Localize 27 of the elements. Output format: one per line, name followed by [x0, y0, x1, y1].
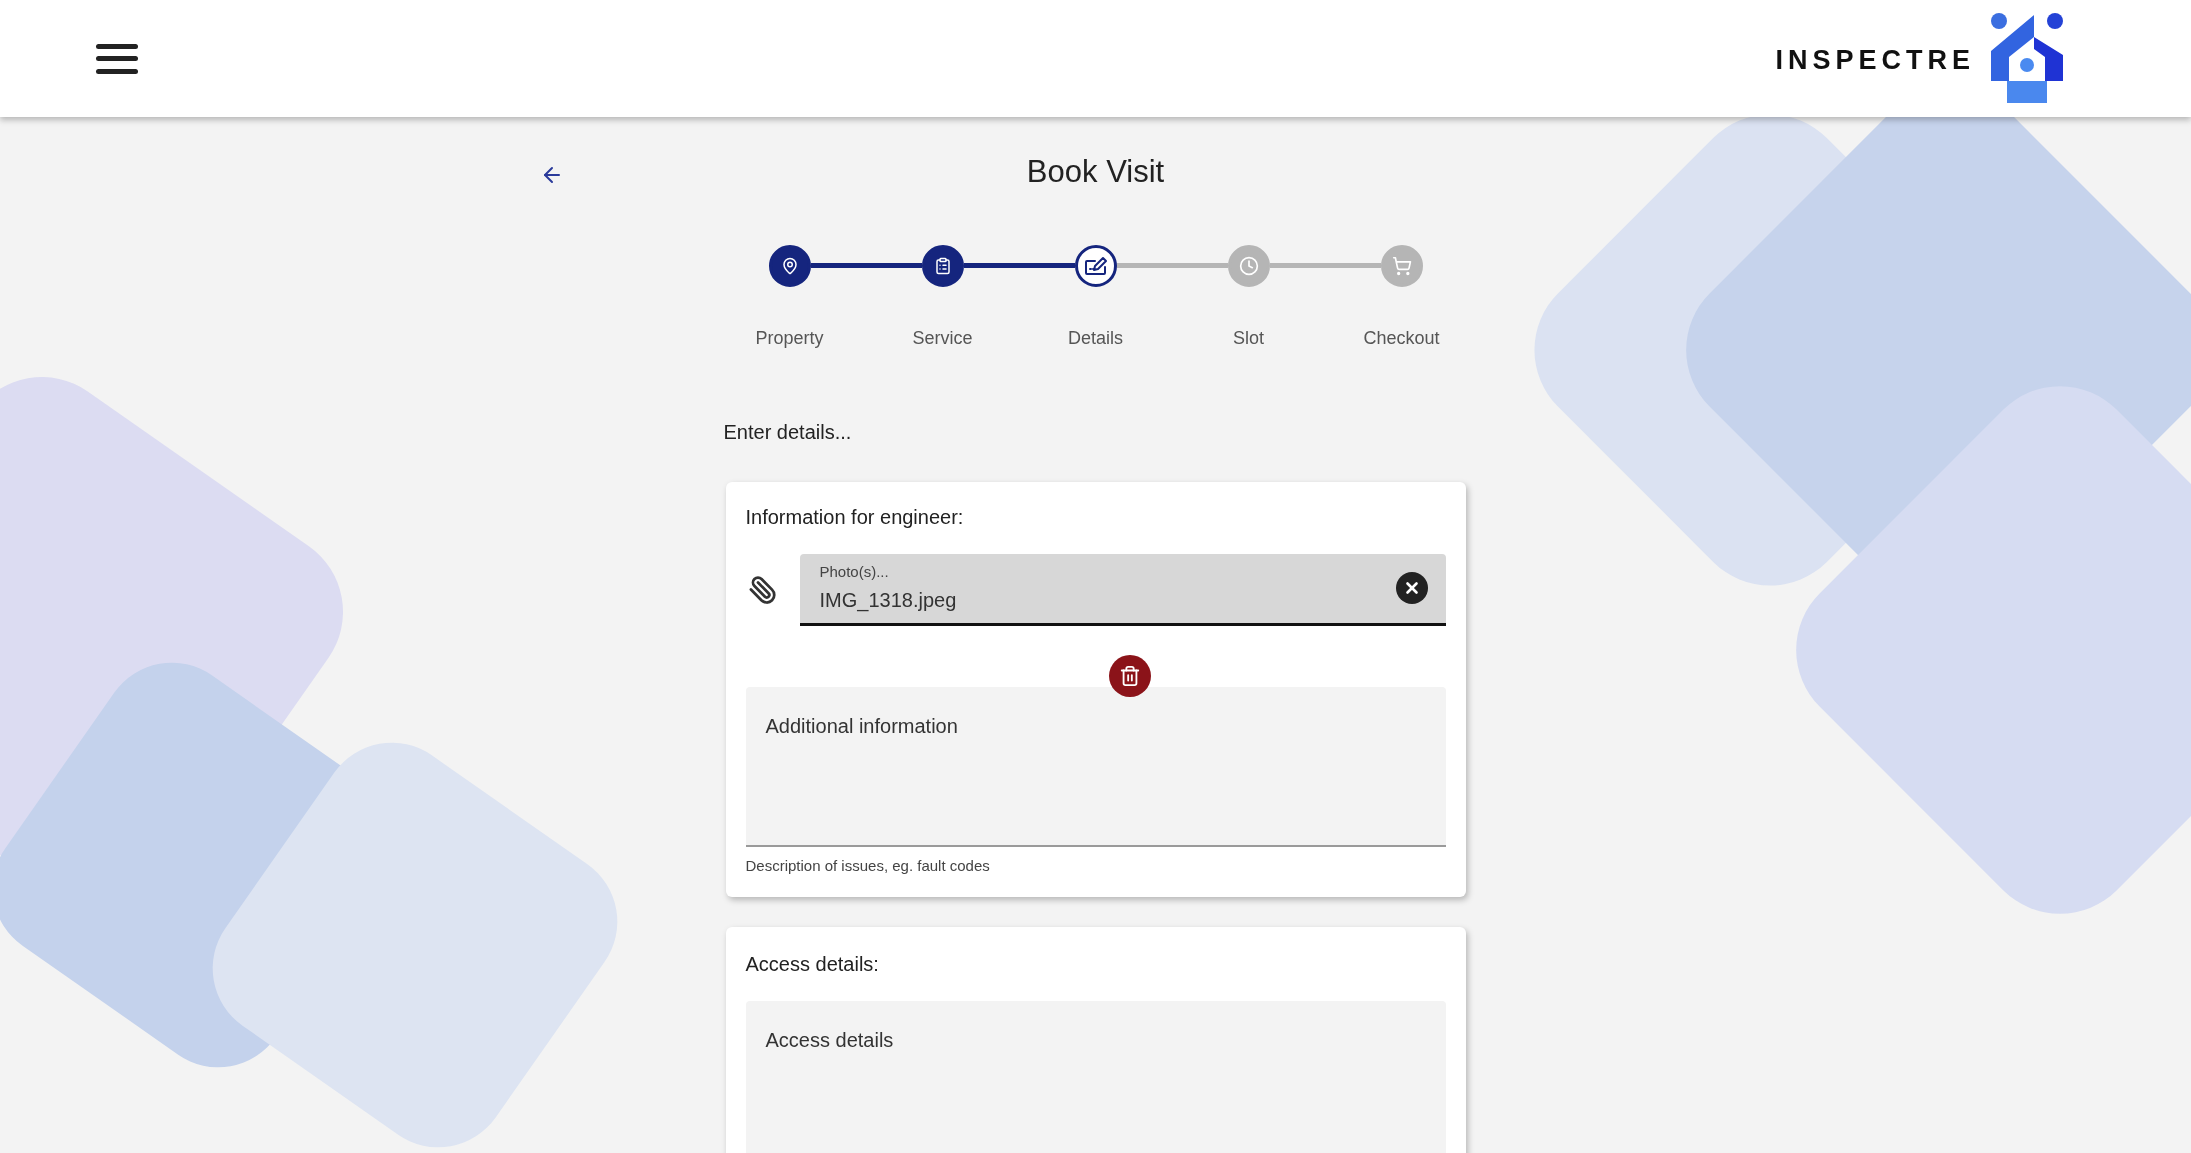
step-label: Slot: [1233, 326, 1264, 350]
helper-text: Description of issues, eg. fault codes: [745, 855, 991, 876]
location-pin-icon: [780, 256, 799, 275]
card-heading: Access details:: [745, 952, 880, 977]
delete-button[interactable]: [1108, 654, 1151, 697]
brand-name: INSPECTRE: [1775, 44, 1975, 77]
additional-info-field[interactable]: Additional information: [745, 686, 1446, 847]
trash-icon: [1118, 664, 1141, 687]
photo-field[interactable]: Photo(s)... IMG_1318.jpeg: [799, 553, 1446, 626]
clock-icon: [1238, 255, 1259, 276]
clipboard-icon: [933, 256, 952, 275]
edit-form-icon: [1083, 255, 1108, 276]
step-label: Details: [1068, 326, 1123, 350]
section-intro: Enter details...: [723, 419, 853, 445]
step-label: Service: [912, 326, 973, 350]
page-title: Book Visit: [1026, 153, 1165, 191]
cart-icon: [1391, 255, 1412, 276]
field-label: Photo(s)...: [819, 561, 890, 582]
field-value: IMG_1318.jpeg: [819, 588, 958, 614]
step-label: Checkout: [1363, 326, 1440, 350]
house-logo-icon: [1989, 10, 2065, 103]
menu-icon: [96, 43, 138, 74]
step-label: Property: [755, 326, 824, 350]
paperclip-icon[interactable]: [747, 574, 778, 605]
card-heading: Information for engineer:: [745, 504, 965, 530]
access-details-field[interactable]: Access details: [745, 1001, 1446, 1153]
clear-button[interactable]: [1395, 572, 1428, 604]
